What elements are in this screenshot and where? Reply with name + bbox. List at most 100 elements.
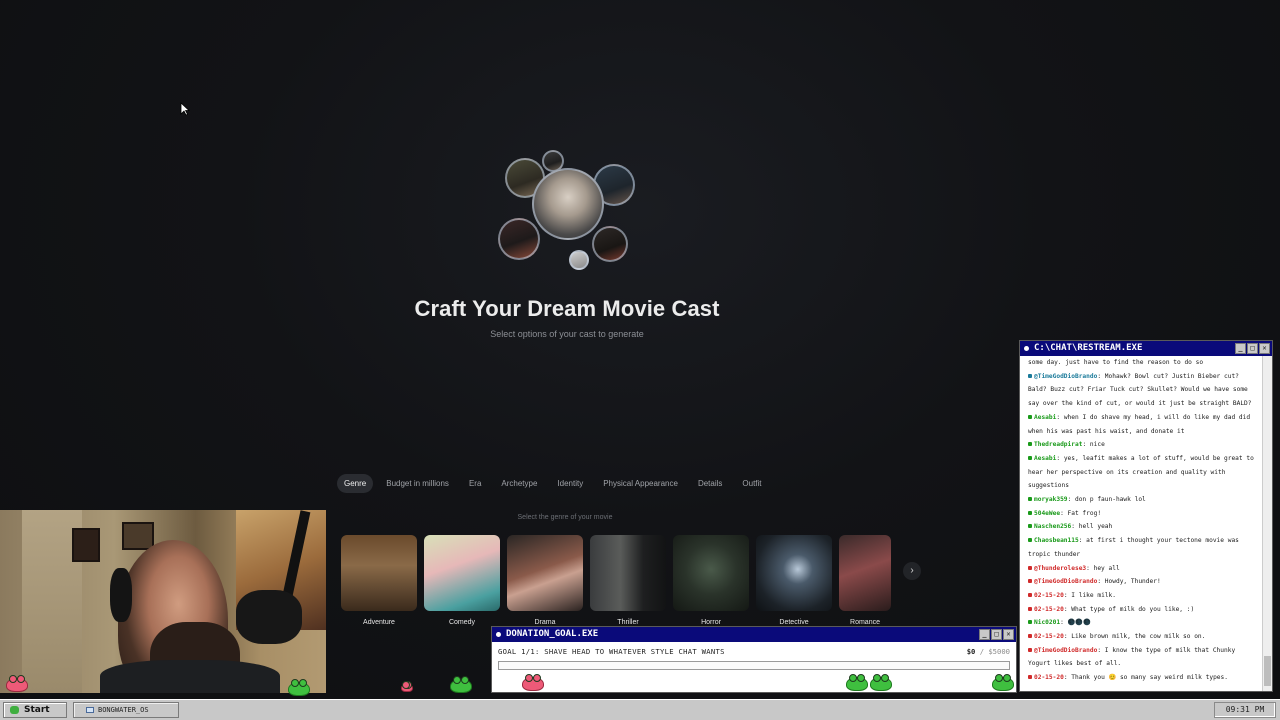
wall-picture — [72, 528, 100, 562]
platform-icon — [1028, 538, 1032, 543]
start-button[interactable]: Start — [3, 702, 67, 718]
chat-message: Aesabi: yes, leafit makes a lot of stuff… — [1028, 454, 1254, 490]
taskbar: Start BONGWATER_OS 09:31 PM — [0, 699, 1280, 720]
chat-message: Naschen256: hell yeah — [1028, 520, 1256, 534]
maximize-button[interactable]: □ — [991, 629, 1002, 640]
chat-username: moryak359 — [1034, 496, 1068, 504]
platform-icon — [1028, 510, 1032, 515]
chat-message: 02-15-20: What type of milk do you like,… — [1028, 603, 1256, 617]
chat-username: Nic0201 — [1034, 619, 1061, 627]
platform-icon — [1028, 442, 1032, 447]
chat-scrollbar[interactable] — [1262, 356, 1272, 691]
close-button[interactable]: ✕ — [1259, 343, 1270, 354]
genre-card-comedy[interactable]: Comedy — [424, 535, 500, 626]
chat-message: Aesabi: when I do shave my head, i will … — [1028, 413, 1251, 435]
tab-outfit[interactable]: Outfit — [735, 474, 768, 493]
frog-sprite-icon — [450, 676, 472, 693]
genre-card-thriller[interactable]: Thriller — [590, 535, 666, 626]
window-icon — [1024, 346, 1029, 351]
genre-image — [341, 535, 417, 611]
genre-card-romance[interactable]: Romance — [839, 535, 891, 626]
frog-sprite-icon — [522, 674, 544, 691]
frog-sprite-icon — [401, 681, 413, 692]
maximize-button[interactable]: □ — [1247, 343, 1258, 354]
donation-progress-bar — [498, 661, 1010, 670]
chat-window-titlebar[interactable]: C:\CHAT\RESTREAM.EXE _ □ ✕ — [1020, 341, 1272, 356]
chat-text: when I do shave my head, i will do like … — [1028, 413, 1251, 435]
tab-details[interactable]: Details — [691, 474, 729, 493]
chat-text: Fat frog! — [1067, 509, 1102, 517]
genre-label: Comedy — [448, 619, 476, 626]
genre-cards: Adventure Comedy Drama Thriller Horror D… — [341, 535, 891, 626]
tab-identity[interactable]: Identity — [550, 474, 590, 493]
frog-logo-icon — [10, 706, 19, 714]
chat-text: hell yeah — [1078, 523, 1113, 531]
frog-sprite-icon — [846, 674, 868, 691]
chat-username: @Thunderolese3 — [1034, 564, 1087, 572]
cast-avatar-main — [532, 168, 604, 240]
donation-window-titlebar[interactable]: DONATION_GOAL.EXE _ □ ✕ — [492, 627, 1016, 642]
genre-label: Horror — [701, 619, 721, 626]
chat-text: hey all — [1093, 564, 1120, 572]
genre-card-horror[interactable]: Horror — [673, 535, 749, 626]
chat-text: I like milk. — [1071, 591, 1116, 599]
streamer-shirt — [100, 660, 280, 693]
donation-goal-text: GOAL 1/1: SHAVE HEAD TO WHATEVER STYLE C… — [498, 647, 725, 656]
taskbar-item-bongwater[interactable]: BONGWATER_OS — [73, 702, 179, 718]
genre-card-adventure[interactable]: Adventure — [341, 535, 417, 626]
chat-message: @TimeGodDioBrando: I know the type of mi… — [1028, 646, 1236, 668]
chat-message: 02-15-20: I like milk. — [1028, 589, 1256, 603]
donation-window-title: DONATION_GOAL.EXE — [506, 629, 599, 639]
chat-text: Howdy, Thunder! — [1104, 578, 1161, 586]
tab-era[interactable]: Era — [462, 474, 488, 493]
genre-image — [590, 535, 666, 611]
genre-card-drama[interactable]: Drama — [507, 535, 583, 626]
platform-icon — [1028, 647, 1032, 652]
platform-icon — [1028, 579, 1032, 584]
genre-image — [507, 535, 583, 611]
window-controls: _ □ ✕ — [979, 629, 1014, 640]
platform-icon — [1028, 497, 1032, 502]
chat-username: 02-15-20 — [1034, 674, 1064, 682]
frog-sprite-icon — [6, 675, 28, 692]
headphones-icon — [110, 568, 132, 622]
close-button[interactable]: ✕ — [1003, 629, 1014, 640]
chat-text: don p faun-hawk lol — [1074, 496, 1146, 504]
option-tabs: Genre Budget in millions Era Archetype I… — [337, 474, 769, 493]
donation-window[interactable]: DONATION_GOAL.EXE _ □ ✕ GOAL 1/1: SHAVE … — [491, 626, 1017, 693]
tab-physical-appearance[interactable]: Physical Appearance — [596, 474, 685, 493]
chat-message: 02-15-20: Thank you 😊 so many say weird … — [1028, 671, 1256, 685]
chat-text: What type of milk do you like, :) — [1071, 605, 1195, 613]
minimize-button[interactable]: _ — [979, 629, 990, 640]
cast-avatar — [569, 250, 589, 270]
chevron-right-icon: › — [910, 565, 914, 576]
donation-target: $5000 — [988, 647, 1010, 656]
taskbar-item-label: BONGWATER_OS — [98, 706, 149, 714]
page-subtitle: Select options of your cast to generate — [490, 329, 644, 339]
window-icon — [496, 632, 501, 637]
chat-window[interactable]: C:\CHAT\RESTREAM.EXE _ □ ✕ some day. jus… — [1019, 340, 1273, 692]
chat-message: @TimeGodDioBrando: Mohawk? Bowl cut? Jus… — [1028, 372, 1252, 408]
window-controls: _ □ ✕ — [1235, 343, 1270, 354]
chat-text: Like brown milk, the cow milk so on. — [1071, 633, 1206, 641]
genre-image — [673, 535, 749, 611]
frog-sprite-icon — [870, 674, 892, 691]
page-title: Craft Your Dream Movie Cast — [414, 296, 720, 321]
chat-message: @Thunderolese3: hey all — [1028, 562, 1256, 576]
chat-username: @TimeGodDioBrando — [1034, 372, 1098, 380]
chat-text: 🌑🌑🌑 — [1067, 619, 1091, 627]
microphone-icon — [236, 590, 302, 644]
chat-text: some day. just have to find the reason t… — [1028, 359, 1204, 366]
mouse-cursor-icon — [180, 102, 190, 116]
chat-username: @TimeGodDioBrando — [1034, 578, 1098, 586]
tab-genre[interactable]: Genre — [337, 474, 374, 493]
chat-username: @TimeGodDioBrando — [1034, 646, 1098, 654]
genre-card-detective[interactable]: Detective — [756, 535, 832, 626]
chat-text: nice — [1089, 441, 1105, 449]
tab-budget[interactable]: Budget in millions — [379, 474, 456, 493]
minimize-button[interactable]: _ — [1235, 343, 1246, 354]
scrollbar-thumb[interactable] — [1264, 656, 1271, 686]
tab-archetype[interactable]: Archetype — [494, 474, 544, 493]
chat-message-list[interactable]: some day. just have to find the reason t… — [1020, 356, 1262, 691]
next-genres-button[interactable]: › — [903, 562, 921, 580]
